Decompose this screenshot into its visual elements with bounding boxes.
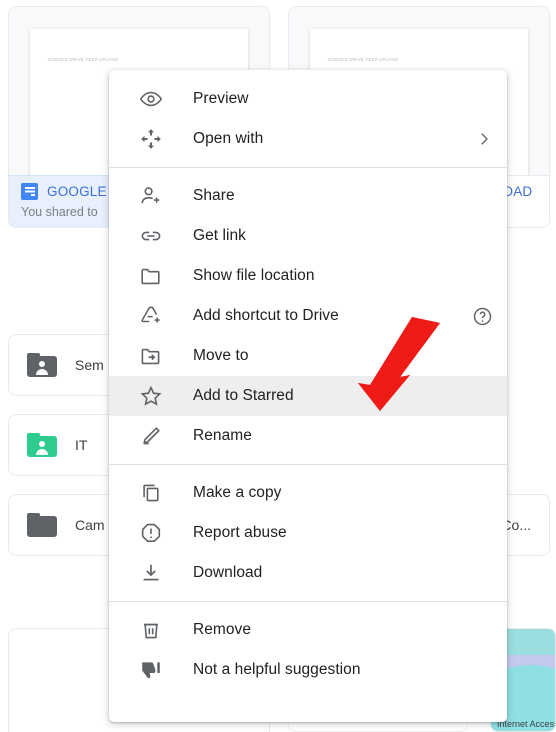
- menu-item-label: Move to: [193, 347, 249, 364]
- menu-divider: [109, 601, 507, 602]
- screen: GOOGLE DRIVE TEST UPLOAD GOOGLE DRIVE TE…: [0, 0, 556, 732]
- menu-item-label: Share: [193, 187, 235, 204]
- help-icon[interactable]: [472, 306, 493, 327]
- download-icon: [139, 561, 163, 585]
- menu-item-label: Not a helpful suggestion: [193, 661, 361, 678]
- menu-item-label: Rename: [193, 427, 252, 444]
- menu-item-label: Remove: [193, 621, 252, 638]
- menu-item-label: Add shortcut to Drive: [193, 307, 339, 324]
- move-to-folder-icon: [139, 344, 163, 368]
- menu-item-preview[interactable]: Preview: [109, 79, 507, 119]
- trash-icon: [139, 618, 163, 642]
- menu-item-report-abuse[interactable]: Report abuse: [109, 513, 507, 553]
- menu-item-add-shortcut-to-drive[interactable]: Add shortcut to Drive: [109, 296, 507, 336]
- folder-name: Sem: [75, 357, 104, 373]
- context-menu-group: Make a copy Report abuse Download: [109, 473, 507, 593]
- menu-item-open-with[interactable]: Open with: [109, 119, 507, 159]
- move-arrows-icon: [139, 127, 163, 151]
- menu-item-share[interactable]: Share: [109, 176, 507, 216]
- folder-name: IT: [75, 437, 88, 453]
- star-icon: [139, 384, 163, 408]
- menu-item-label: Show file location: [193, 267, 315, 284]
- context-menu-group: Preview Open with: [109, 79, 507, 159]
- menu-item-label: Open with: [193, 130, 264, 147]
- folder-icon: [27, 513, 57, 537]
- menu-item-move-to[interactable]: Move to: [109, 336, 507, 376]
- menu-item-label: Download: [193, 564, 263, 581]
- chevron-right-icon: [475, 130, 493, 148]
- menu-item-rename[interactable]: Rename: [109, 416, 507, 456]
- copy-icon: [139, 481, 163, 505]
- pencil-icon: [139, 424, 163, 448]
- thumbnail-text: GOOGLE DRIVE TEST UPLOAD: [327, 57, 399, 62]
- shared-folder-icon: [27, 353, 57, 377]
- menu-item-label: Report abuse: [193, 524, 287, 541]
- menu-divider: [109, 167, 507, 168]
- image-caption: Internet Access b: [497, 719, 556, 729]
- folder-name: Cam: [75, 517, 105, 533]
- report-abuse-icon: [139, 521, 163, 545]
- context-menu[interactable]: Preview Open with Share Get link Show fi…: [109, 70, 507, 722]
- link-icon: [139, 224, 163, 248]
- context-menu-group: Share Get link Show file location Add sh…: [109, 176, 507, 456]
- menu-item-label: Preview: [193, 90, 249, 107]
- menu-item-add-to-starred[interactable]: Add to Starred: [109, 376, 507, 416]
- menu-item-label: Make a copy: [193, 484, 282, 501]
- thumb-down-icon: [139, 658, 163, 682]
- menu-item-remove[interactable]: Remove: [109, 610, 507, 650]
- eye-icon: [139, 87, 163, 111]
- folder-icon: [139, 264, 163, 288]
- add-shortcut-icon: [139, 304, 163, 328]
- menu-item-show-file-location[interactable]: Show file location: [109, 256, 507, 296]
- menu-item-label: Add to Starred: [193, 387, 294, 404]
- menu-divider: [109, 464, 507, 465]
- thumbnail-text: GOOGLE DRIVE TEST UPLOAD: [47, 57, 119, 62]
- google-docs-icon: [21, 183, 38, 200]
- menu-item-download[interactable]: Download: [109, 553, 507, 593]
- shared-folder-icon: [27, 433, 57, 457]
- person-add-icon: [139, 184, 163, 208]
- context-menu-group: Remove Not a helpful suggestion: [109, 610, 507, 690]
- menu-item-not-a-helpful-suggestion[interactable]: Not a helpful suggestion: [109, 650, 507, 690]
- menu-item-get-link[interactable]: Get link: [109, 216, 507, 256]
- menu-item-make-a-copy[interactable]: Make a copy: [109, 473, 507, 513]
- menu-item-label: Get link: [193, 227, 246, 244]
